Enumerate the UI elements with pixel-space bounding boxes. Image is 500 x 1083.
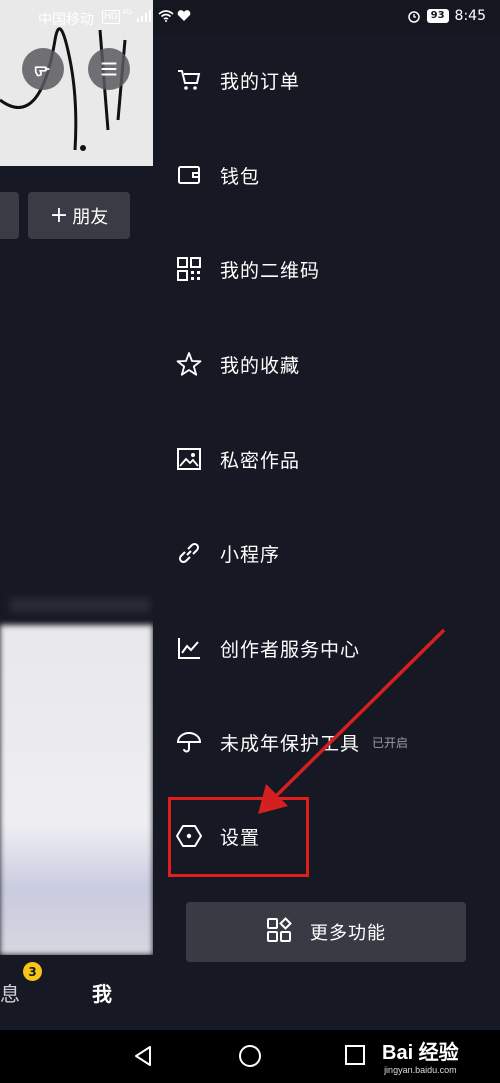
menu-button[interactable]	[88, 48, 130, 90]
blurred-video-thumbnail	[0, 625, 153, 955]
image-icon	[175, 445, 203, 473]
add-friend-button[interactable]: + 朋友	[28, 192, 130, 239]
heart-health-icon	[178, 9, 191, 21]
menu-label-mini-programs: 小程序	[220, 543, 281, 566]
menu-label-creator-center: 创作者服务中心	[220, 638, 361, 661]
menu-label-private-works: 私密作品	[220, 449, 301, 472]
more-features-label: 更多功能	[310, 923, 386, 944]
bottom-tab-bar	[0, 955, 153, 1030]
baidu-watermark: Bai 经验 jingyan.baidu.com	[382, 1036, 459, 1075]
hamburger-icon	[101, 62, 117, 76]
messages-badge: 3	[23, 962, 42, 981]
menu-item-creator-center[interactable]: 创作者服务中心	[175, 628, 360, 668]
chart-icon	[175, 634, 203, 662]
qr-code-icon	[175, 255, 203, 283]
cart-icon	[175, 66, 203, 94]
highlight-box	[168, 797, 309, 877]
back-button[interactable]	[132, 1044, 154, 1068]
link-icon	[175, 539, 203, 567]
umbrella-icon	[175, 728, 203, 756]
menu-label-qr-code: 我的二维码	[220, 259, 321, 282]
menu-label-favorites: 我的收藏	[220, 354, 301, 377]
minor-protection-status: 已开启	[372, 735, 409, 750]
battery-level: 93	[426, 9, 449, 23]
apps-grid-icon	[266, 917, 292, 947]
status-bar: 中国移动 HD 4G 93 8:45	[0, 0, 500, 34]
menu-item-minor-protection[interactable]: 未成年保护工具 已开启	[175, 722, 408, 762]
back-triangle-icon	[135, 1046, 151, 1066]
menu-item-wallet[interactable]: 钱包	[175, 155, 260, 195]
wifi-icon	[158, 9, 174, 22]
edit-profile-button[interactable]	[0, 192, 19, 239]
plus-icon: +	[49, 203, 69, 228]
carrier-name: 中国移动	[38, 12, 94, 28]
star-icon	[175, 350, 203, 378]
menu-item-orders[interactable]: 我的订单	[175, 60, 300, 100]
recents-button[interactable]	[344, 1044, 366, 1066]
menu-item-private-works[interactable]: 私密作品	[175, 439, 300, 479]
signal-icon: 4G	[122, 8, 191, 22]
hand-gesture-button[interactable]	[22, 48, 64, 90]
tab-me[interactable]: 我	[92, 978, 112, 1007]
menu-label-minor-protection: 未成年保护工具	[220, 732, 361, 755]
alarm-icon	[407, 11, 420, 23]
hd-badge: HD	[102, 10, 120, 24]
tab-messages[interactable]: 息	[0, 978, 20, 1007]
recents-square-icon	[345, 1045, 365, 1065]
home-button[interactable]	[238, 1044, 262, 1068]
add-friend-label: 朋友	[72, 206, 109, 228]
watermark-sub: jingyan.baidu.com	[384, 1065, 457, 1075]
profile-background: + 朋友 息 3 我	[0, 0, 153, 1030]
menu-label-orders: 我的订单	[220, 70, 301, 93]
menu-item-qr-code[interactable]: 我的二维码	[175, 249, 320, 289]
watermark-main: Bai 经验	[382, 1042, 459, 1064]
network-type: 4G	[122, 8, 132, 16]
menu-item-mini-programs[interactable]: 小程序	[175, 533, 280, 573]
wallet-icon	[175, 161, 203, 189]
hand-icon	[34, 66, 50, 77]
more-features-button[interactable]: 更多功能	[186, 902, 466, 962]
home-circle-icon	[239, 1045, 261, 1067]
menu-label-wallet: 钱包	[220, 165, 261, 188]
side-drawer: 我的订单 钱包 我的二维码 我的收藏 私密作品 小程序 创作者服务中心 未成年保…	[153, 34, 500, 1030]
blurred-text	[10, 598, 150, 612]
menu-item-favorites[interactable]: 我的收藏	[175, 344, 300, 384]
clock: 8:45	[454, 8, 486, 24]
